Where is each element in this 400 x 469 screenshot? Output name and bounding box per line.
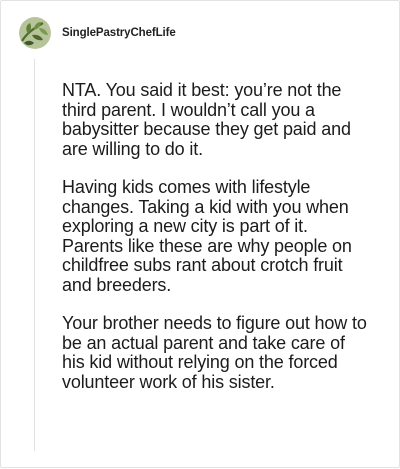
comment-card: SinglePastryChefLife NTA. You said it be… bbox=[0, 0, 400, 468]
leaf-avatar-icon[interactable] bbox=[19, 17, 51, 49]
comment-header: SinglePastryChefLife bbox=[19, 17, 176, 49]
comment-body: NTA. You said it best: you’re not the th… bbox=[62, 80, 372, 411]
username-link[interactable]: SinglePastryChefLife bbox=[62, 27, 176, 39]
thread-collapse-line[interactable] bbox=[34, 59, 35, 451]
comment-paragraph: Having kids comes with lifestyle changes… bbox=[62, 177, 352, 295]
comment-paragraph: Your brother needs to figure out how to … bbox=[62, 313, 367, 392]
comment-paragraph: NTA. You said it best: you’re not the th… bbox=[62, 80, 351, 159]
